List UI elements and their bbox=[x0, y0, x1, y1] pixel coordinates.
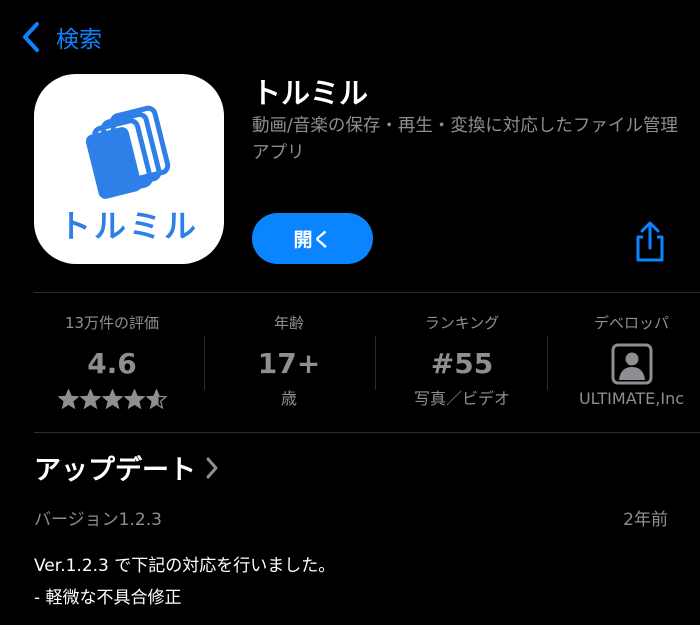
share-icon[interactable] bbox=[630, 220, 670, 264]
update-section-header[interactable]: アップデート bbox=[34, 448, 220, 487]
icon-text: トルミル bbox=[59, 207, 199, 245]
stats-divider bbox=[34, 432, 700, 433]
ranking-category: 写真／ビデオ bbox=[413, 389, 510, 408]
release-note-line: - 軽微な不具合修正 bbox=[34, 588, 182, 608]
star-icon bbox=[79, 388, 101, 409]
ranking-value: #55 bbox=[430, 347, 494, 380]
person-square-icon bbox=[611, 343, 652, 385]
stat-separator bbox=[547, 336, 548, 390]
app-icon: トルミル bbox=[34, 74, 224, 264]
star-icon bbox=[145, 388, 167, 409]
release-note-line: Ver.1.2.3 で下記の対応を行いました。 bbox=[34, 556, 336, 576]
star-icon bbox=[57, 388, 79, 409]
stat-ratings[interactable]: 13万件の評価 4.6 bbox=[34, 312, 190, 418]
stats-row: 13万件の評価 4.6 年齢 17+ 歳 ランキング #55 写真／ビデオ デベ… bbox=[34, 312, 700, 418]
back-button[interactable]: 検索 bbox=[18, 20, 102, 54]
developer-header: デベロッパ bbox=[593, 314, 669, 332]
release-notes: Ver.1.2.3 で下記の対応を行いました。 - 軽微な不具合修正 bbox=[34, 550, 335, 614]
book-stack-icon: トルミル bbox=[59, 105, 199, 245]
star-rating bbox=[34, 386, 190, 412]
version-label: バージョン1.2.3 bbox=[34, 510, 162, 530]
update-title: アップデート bbox=[34, 455, 196, 486]
chevron-left-icon bbox=[23, 22, 39, 52]
chevron-right-icon bbox=[206, 457, 218, 478]
app-title: トルミル bbox=[252, 76, 369, 110]
update-date: 2年前 bbox=[623, 510, 668, 530]
age-header: 年齢 bbox=[273, 314, 304, 332]
age-footer: 歳 bbox=[280, 389, 297, 408]
star-icon bbox=[123, 388, 145, 409]
header-divider bbox=[34, 292, 700, 293]
stat-separator bbox=[375, 336, 376, 390]
rating-value: 4.6 bbox=[87, 347, 137, 380]
star-icon bbox=[101, 388, 123, 409]
back-label: 検索 bbox=[56, 27, 102, 53]
age-value: 17+ bbox=[257, 347, 321, 380]
app-subtitle: 動画/音楽の保存・再生・変換に対応したファイル管理アプリ bbox=[252, 116, 678, 163]
stat-developer[interactable]: デベロッパ ULTIMATE,Inc bbox=[563, 312, 700, 418]
stat-ranking[interactable]: ランキング #55 写真／ビデオ bbox=[392, 312, 532, 418]
ratings-count: 13万件の評価 bbox=[64, 314, 160, 332]
stat-separator bbox=[204, 336, 205, 390]
ranking-header: ランキング bbox=[424, 314, 500, 332]
app-store-page: 検索 トルミル トルミル 動画/音楽の保存・再生・変換に対応したファイル管理アプ… bbox=[0, 0, 700, 625]
developer-name: ULTIMATE,Inc bbox=[578, 389, 685, 408]
open-button[interactable]: 開く bbox=[252, 213, 373, 264]
stat-age[interactable]: 年齢 17+ 歳 bbox=[219, 312, 359, 418]
